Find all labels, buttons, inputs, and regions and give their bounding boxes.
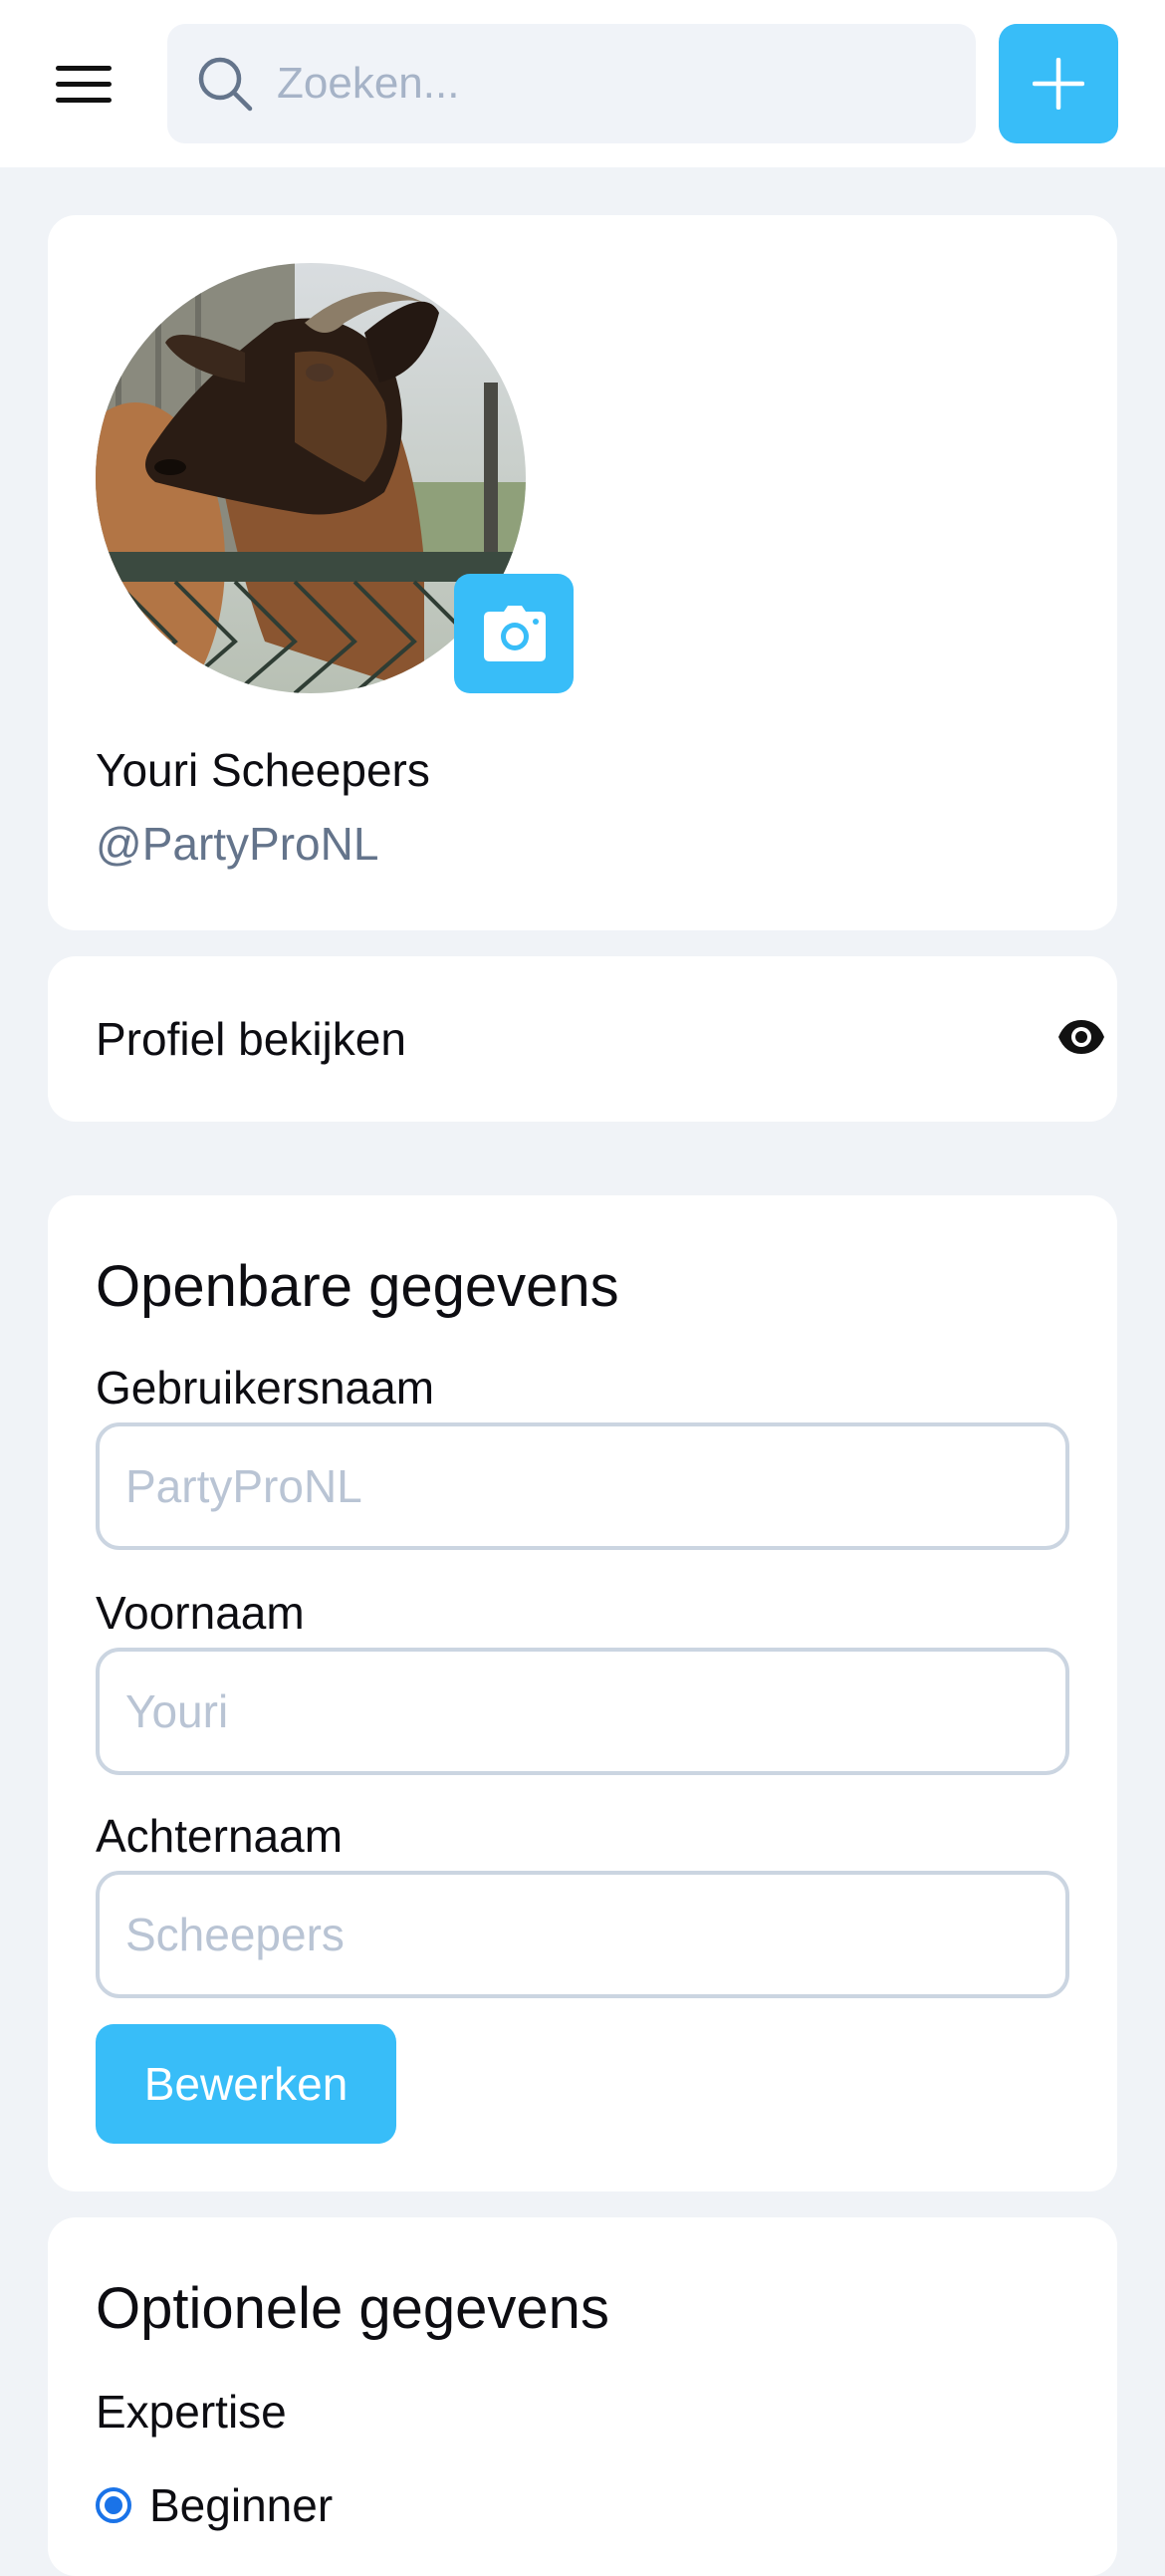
view-profile-row[interactable]: Profiel bekijken [48, 956, 1117, 1122]
profile-name: Youri Scheepers [96, 744, 430, 796]
search-input[interactable] [277, 44, 954, 124]
eye-icon [1058, 1020, 1104, 1054]
optional-data-title: Optionele gegevens [96, 2276, 609, 2341]
expertise-label: Expertise [96, 2386, 287, 2438]
optional-data-card: Optionele gegevens Expertise Beginner [48, 2217, 1117, 2576]
change-photo-button[interactable] [454, 574, 574, 693]
last-name-field[interactable] [96, 1871, 1069, 1998]
profile-handle: @PartyProNL [96, 818, 379, 870]
username-label: Gebruikersnaam [96, 1362, 435, 1414]
view-profile-label: Profiel bekijken [96, 1013, 406, 1065]
hamburger-menu-icon[interactable] [56, 66, 112, 104]
expertise-option-label: Beginner [149, 2479, 334, 2531]
radio-selected-icon[interactable] [96, 2487, 131, 2523]
edit-button[interactable]: Bewerken [96, 2024, 396, 2144]
first-name-label: Voornaam [96, 1587, 305, 1639]
username-field[interactable] [96, 1422, 1069, 1550]
expertise-option-beginner[interactable]: Beginner [96, 2478, 333, 2532]
plus-icon [1033, 58, 1084, 110]
first-name-field[interactable] [96, 1648, 1069, 1775]
add-button[interactable] [999, 24, 1118, 143]
search-icon [198, 57, 253, 112]
profile-card: Youri Scheepers @PartyProNL [48, 215, 1117, 930]
public-data-title: Openbare gegevens [96, 1254, 619, 1319]
camera-icon [484, 606, 546, 661]
public-data-card: Openbare gegevens Gebruikersnaam Voornaa… [48, 1195, 1117, 2191]
avatar-wrapper [96, 263, 574, 693]
search-bar[interactable] [167, 24, 976, 143]
top-bar [0, 0, 1165, 167]
last-name-label: Achternaam [96, 1810, 344, 1862]
